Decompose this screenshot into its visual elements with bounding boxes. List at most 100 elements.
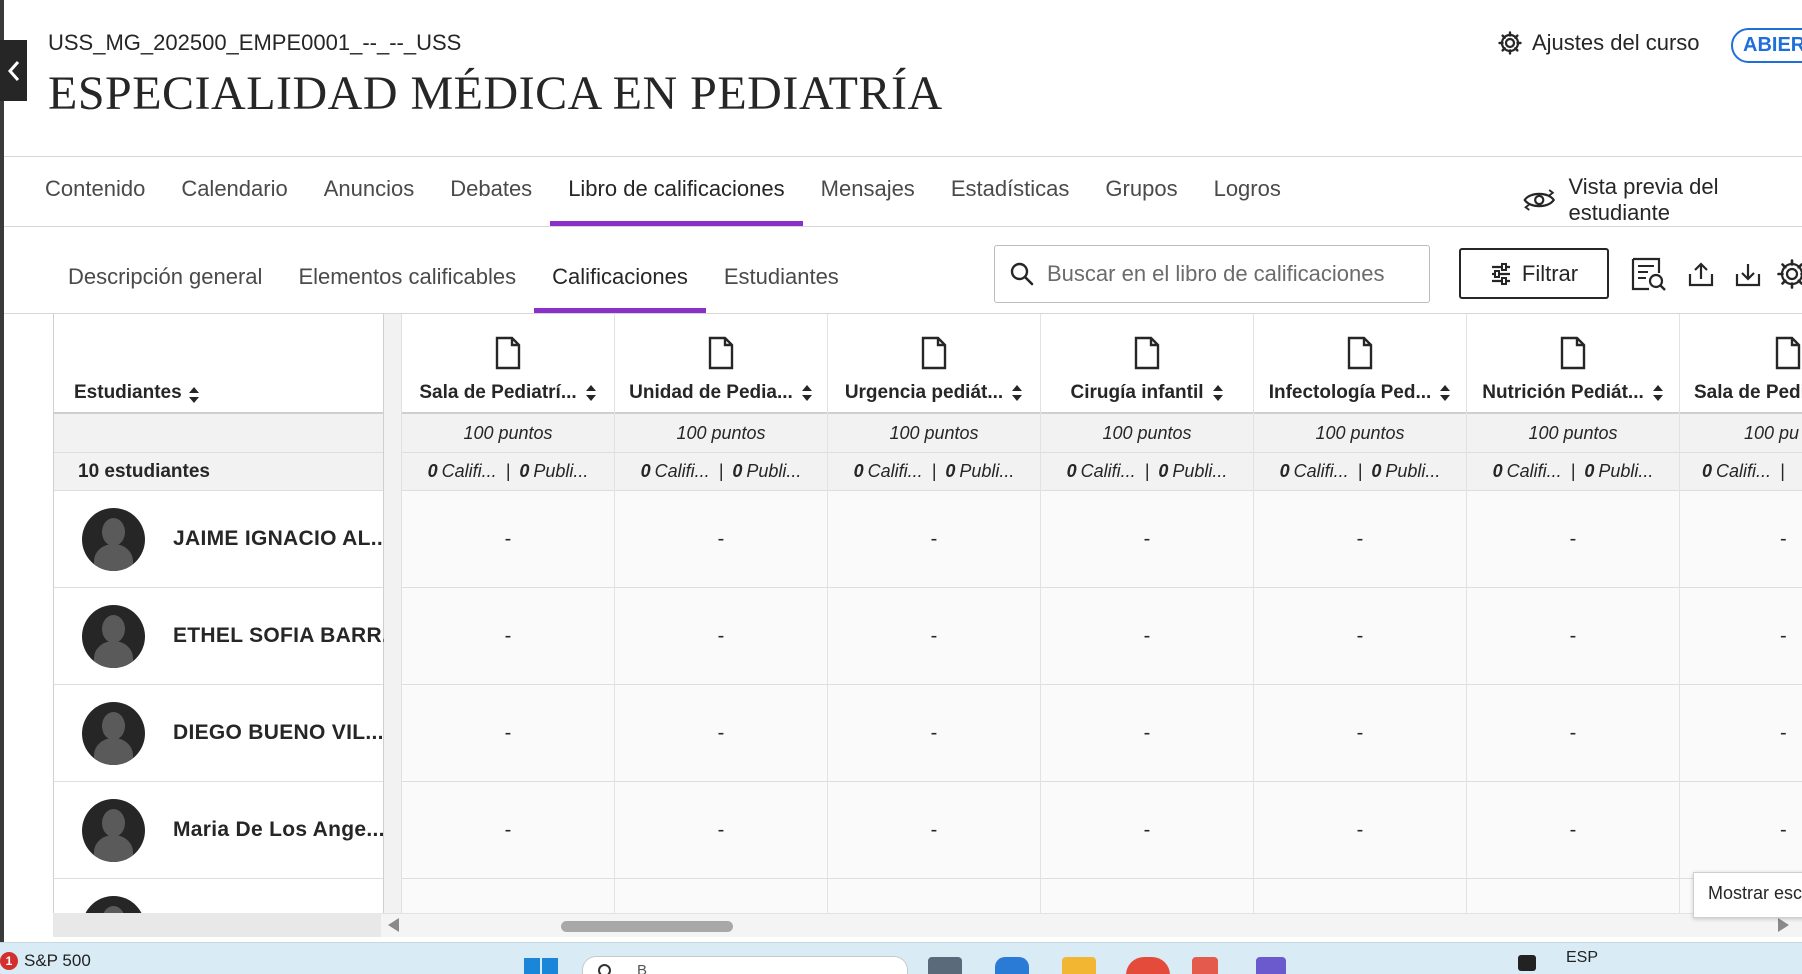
tab-contenido[interactable]: Contenido <box>45 158 163 226</box>
status-badge[interactable]: ABIERTO <box>1731 28 1802 63</box>
grade-cell[interactable]: - <box>615 685 827 782</box>
dropbox-icon[interactable] <box>1518 955 1536 971</box>
grade-column-header[interactable]: Sala de Pedi <box>1680 314 1802 414</box>
folder-icon[interactable] <box>1062 957 1096 974</box>
grade-preview-button[interactable] <box>1629 254 1669 294</box>
student-row[interactable]: ETHEL SOFIA BARR... <box>54 588 400 685</box>
grade-column-header[interactable]: Unidad de Pedia... <box>615 314 827 414</box>
grade-cell[interactable]: - <box>828 782 1040 879</box>
grade-cell[interactable]: - <box>1254 491 1466 588</box>
tab-anuncios[interactable]: Anuncios <box>306 158 433 226</box>
grade-cell[interactable]: - <box>615 782 827 879</box>
tab-mensajes[interactable]: Mensajes <box>803 158 933 226</box>
subtab-elementos-calificables[interactable]: Elementos calificables <box>280 248 534 313</box>
grade-cell[interactable] <box>1467 879 1679 914</box>
grade-column-header[interactable]: Urgencia pediát... <box>828 314 1040 414</box>
grade-cell[interactable]: - <box>1680 685 1802 782</box>
tab-calendario[interactable]: Calendario <box>163 158 305 226</box>
language-indicator[interactable]: ESP <box>1566 949 1598 967</box>
grade-cell[interactable]: - <box>1254 685 1466 782</box>
grade-cell[interactable] <box>615 879 827 914</box>
scrollbar-left-track <box>53 913 381 937</box>
grade-cell[interactable]: - <box>402 588 614 685</box>
export-button[interactable] <box>1681 254 1721 294</box>
grade-column-header[interactable]: Cirugía infantil <box>1041 314 1253 414</box>
grade-cell[interactable]: - <box>1254 588 1466 685</box>
student-name[interactable]: Maria De Los Ange... <box>173 818 385 842</box>
volume-icon[interactable] <box>1660 955 1678 971</box>
subtab-calificaciones[interactable]: Calificaciones <box>534 248 706 313</box>
taskbar-app-icon[interactable] <box>1256 957 1286 974</box>
grade-cell[interactable]: - <box>402 685 614 782</box>
grade-cell[interactable] <box>402 879 614 914</box>
scrollbar-thumb[interactable] <box>561 921 733 932</box>
students-header[interactable]: Estudiantes <box>54 314 383 414</box>
student-row[interactable] <box>54 879 383 914</box>
grade-cell[interactable]: - <box>1467 491 1679 588</box>
tab-estadisticas[interactable]: Estadísticas <box>933 158 1088 226</box>
grade-cell[interactable]: - <box>828 491 1040 588</box>
student-row[interactable]: DIEGO BUENO VIL... <box>54 685 383 782</box>
grade-cell[interactable]: - <box>1041 491 1253 588</box>
grade-cell[interactable] <box>828 879 1040 914</box>
grade-cell[interactable]: - <box>615 588 827 685</box>
battery-icon[interactable] <box>1692 955 1710 971</box>
tab-logros[interactable]: Logros <box>1196 158 1299 226</box>
student-preview-button[interactable]: Vista previa del estudiante <box>1522 174 1802 226</box>
horizontal-scrollbar[interactable] <box>381 913 1802 937</box>
windows-start-icon[interactable] <box>524 958 558 974</box>
grade-column-header[interactable]: Nutrición Pediát... <box>1467 314 1679 414</box>
grade-column-header[interactable]: Infectología Ped... <box>1254 314 1466 414</box>
grade-cell[interactable]: - <box>828 588 1040 685</box>
left-strip <box>0 0 4 942</box>
import-button[interactable] <box>1728 254 1768 294</box>
tab-debates[interactable]: Debates <box>432 158 550 226</box>
scroll-left-arrow-icon[interactable] <box>388 918 399 932</box>
avatar <box>82 798 145 862</box>
taskbar-search[interactable]: B <box>582 956 908 974</box>
grade-cell[interactable]: - <box>1467 685 1679 782</box>
chrome-icon[interactable] <box>1126 957 1170 974</box>
grade-cell[interactable]: - <box>1041 588 1253 685</box>
subtab-descripcion-general[interactable]: Descripción general <box>50 248 280 313</box>
wifi-icon[interactable] <box>1476 955 1494 971</box>
grade-cell[interactable]: - <box>1467 588 1679 685</box>
grade-column-label: Sala de Pedi <box>1694 382 1802 403</box>
taskbar-app-icon[interactable] <box>928 957 962 974</box>
student-name[interactable]: DIEGO BUENO VIL... <box>173 721 384 745</box>
grade-cell[interactable]: - <box>402 782 614 879</box>
search-input[interactable] <box>1047 261 1417 287</box>
taskbar-app-icon[interactable] <box>1192 957 1218 974</box>
student-name[interactable]: JAIME IGNACIO AL... <box>173 527 389 551</box>
student-row[interactable]: Maria De Los Ange... <box>54 782 385 879</box>
grade-cell[interactable]: - <box>1680 782 1802 879</box>
grade-cell[interactable]: - <box>1680 491 1802 588</box>
grade-cell[interactable]: - <box>402 491 614 588</box>
tab-grupos[interactable]: Grupos <box>1087 158 1195 226</box>
grade-cell[interactable]: - <box>828 685 1040 782</box>
stock-widget[interactable]: 1 S&P 500 <box>0 951 91 971</box>
grade-cell[interactable]: - <box>1254 782 1466 879</box>
grade-cell[interactable]: - <box>1680 588 1802 685</box>
grade-cell[interactable] <box>1254 879 1466 914</box>
grade-cell[interactable] <box>1041 879 1253 914</box>
grade-cell[interactable]: - <box>1467 782 1679 879</box>
graded-count: 0 <box>427 461 438 481</box>
grade-cell[interactable]: - <box>1041 782 1253 879</box>
student-row[interactable]: JAIME IGNACIO AL... <box>54 491 389 588</box>
gradebook-settings-button[interactable] <box>1772 254 1802 294</box>
tab-libro-de-calificaciones[interactable]: Libro de calificaciones <box>550 158 804 226</box>
copilot-icon[interactable] <box>995 957 1029 974</box>
student-name[interactable]: ETHEL SOFIA BARR... <box>173 624 400 648</box>
network-icon[interactable] <box>1628 955 1646 971</box>
grade-cell[interactable]: - <box>1041 685 1253 782</box>
close-panel-button[interactable] <box>0 40 27 101</box>
gradebook-search[interactable] <box>994 245 1430 303</box>
tooltip: Mostrar escala <box>1693 872 1802 918</box>
scroll-right-arrow-icon[interactable] <box>1778 918 1789 932</box>
grade-cell[interactable]: - <box>615 491 827 588</box>
subtab-estudiantes[interactable]: Estudiantes <box>706 248 857 313</box>
course-settings-button[interactable]: Ajustes del curso <box>1498 30 1700 56</box>
grade-column-header[interactable]: Sala de Pediatrí... <box>402 314 614 414</box>
filter-button[interactable]: Filtrar <box>1459 248 1609 299</box>
